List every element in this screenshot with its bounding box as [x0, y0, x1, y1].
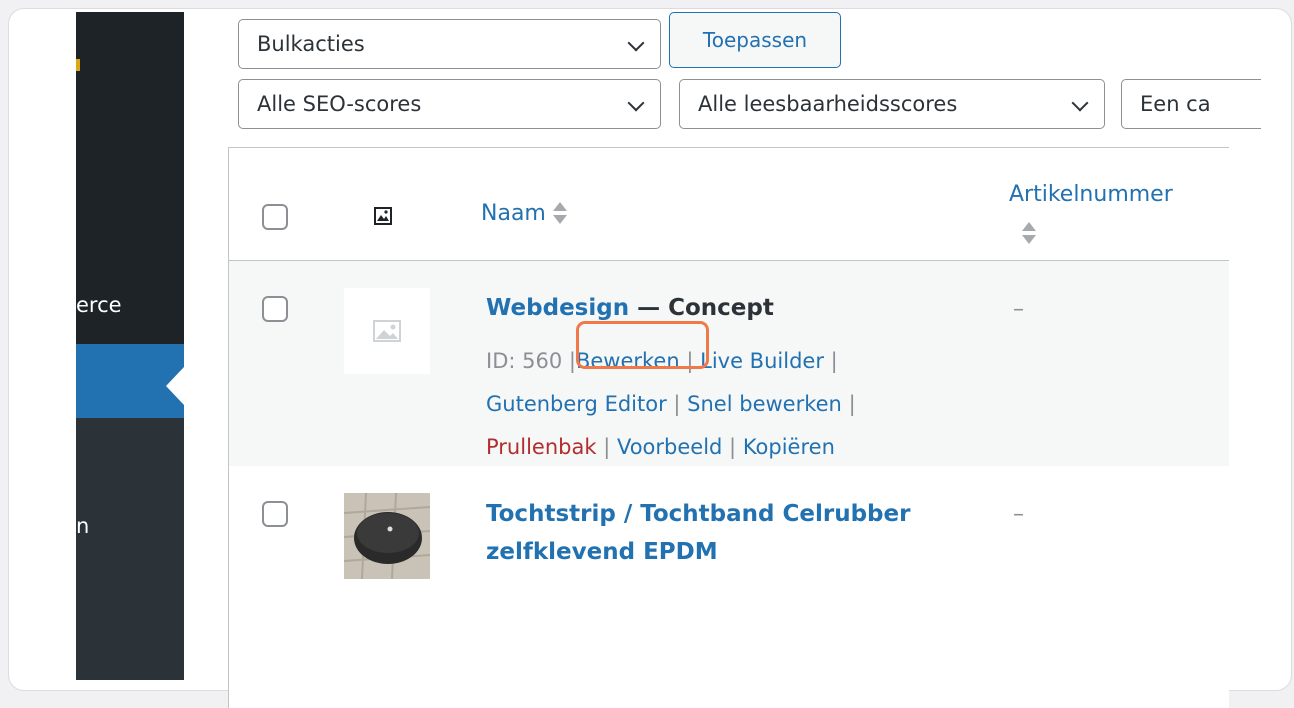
chevron-down-icon	[627, 94, 645, 112]
row-checkbox[interactable]	[262, 501, 288, 527]
sidebar-submenu	[76, 418, 184, 680]
seo-score-filter[interactable]: Alle SEO-scores	[238, 79, 661, 129]
sidebar-active-pointer	[166, 367, 184, 405]
column-name-label: Naam	[481, 201, 546, 226]
placeholder-image-icon	[373, 320, 401, 342]
column-sku-header[interactable]: Artikelnummer	[1009, 182, 1173, 207]
apply-button[interactable]: Toepassen	[669, 12, 841, 68]
highlight-edit-link	[576, 321, 709, 369]
separator: |	[848, 392, 856, 416]
chevron-down-icon	[627, 34, 645, 52]
column-sku-label: Artikelnummer	[1009, 182, 1173, 207]
table-row: Webdesign — Concept ID: 560 |Bewerken | …	[229, 261, 1229, 466]
live-builder-link[interactable]: Live Builder	[700, 349, 824, 373]
separator: |	[830, 349, 838, 373]
quick-edit-link[interactable]: Snel bewerken	[687, 392, 842, 416]
products-table: Naam Artikelnummer Webdesign — Concept I…	[228, 147, 1229, 708]
sidebar-item-lower[interactable]: n	[76, 514, 89, 538]
separator: |	[673, 392, 681, 416]
product-sku: –	[1013, 502, 1024, 527]
category-value: Een ca	[1140, 92, 1211, 116]
product-title-line1[interactable]: Tochtstrip / Tochtband Celrubber	[486, 495, 910, 533]
product-thumbnail-placeholder[interactable]	[344, 288, 430, 374]
separator: |	[603, 435, 611, 459]
trash-link[interactable]: Prullenbak	[486, 435, 597, 459]
product-sku: –	[1013, 297, 1024, 322]
table-header: Naam Artikelnummer	[229, 148, 1229, 261]
product-status: — Concept	[629, 295, 774, 321]
admin-sidebar: erce n	[76, 12, 184, 680]
sidebar-item-woocommerce[interactable]: erce	[76, 293, 122, 317]
separator: |	[568, 349, 576, 373]
table-row: Tochtstrip / Tochtband Celrubber zelfkle…	[229, 466, 1229, 708]
bulk-actions-value: Bulkacties	[257, 32, 365, 56]
preview-link[interactable]: Voorbeeld	[617, 435, 722, 459]
seo-score-value: Alle SEO-scores	[257, 92, 422, 116]
duplicate-link[interactable]: Kopiëren	[743, 435, 835, 459]
sort-icon	[552, 200, 567, 228]
product-thumbnail[interactable]	[344, 493, 430, 579]
sidebar-accent-mark	[76, 59, 80, 71]
chevron-down-icon	[1071, 94, 1089, 112]
sort-icon	[1022, 220, 1036, 248]
column-name-header[interactable]: Naam	[481, 200, 567, 228]
separator: |	[729, 435, 737, 459]
bulk-actions-select[interactable]: Bulkacties	[238, 19, 661, 69]
category-filter[interactable]: Een ca	[1121, 79, 1261, 129]
select-all-checkbox[interactable]	[262, 204, 288, 230]
readability-filter[interactable]: Alle leesbaarheidsscores	[679, 79, 1105, 129]
product-title-link[interactable]: Webdesign	[486, 295, 629, 321]
row-checkbox[interactable]	[262, 296, 288, 322]
readability-value: Alle leesbaarheidsscores	[698, 92, 958, 116]
image-icon	[374, 207, 392, 225]
gutenberg-editor-link[interactable]: Gutenberg Editor	[486, 392, 667, 416]
product-title: Tochtstrip / Tochtband Celrubber zelfkle…	[486, 495, 910, 571]
product-title: Webdesign — Concept	[486, 295, 774, 321]
product-id: ID: 560	[486, 349, 563, 373]
product-title-line2[interactable]: zelfklevend EPDM	[486, 533, 910, 571]
